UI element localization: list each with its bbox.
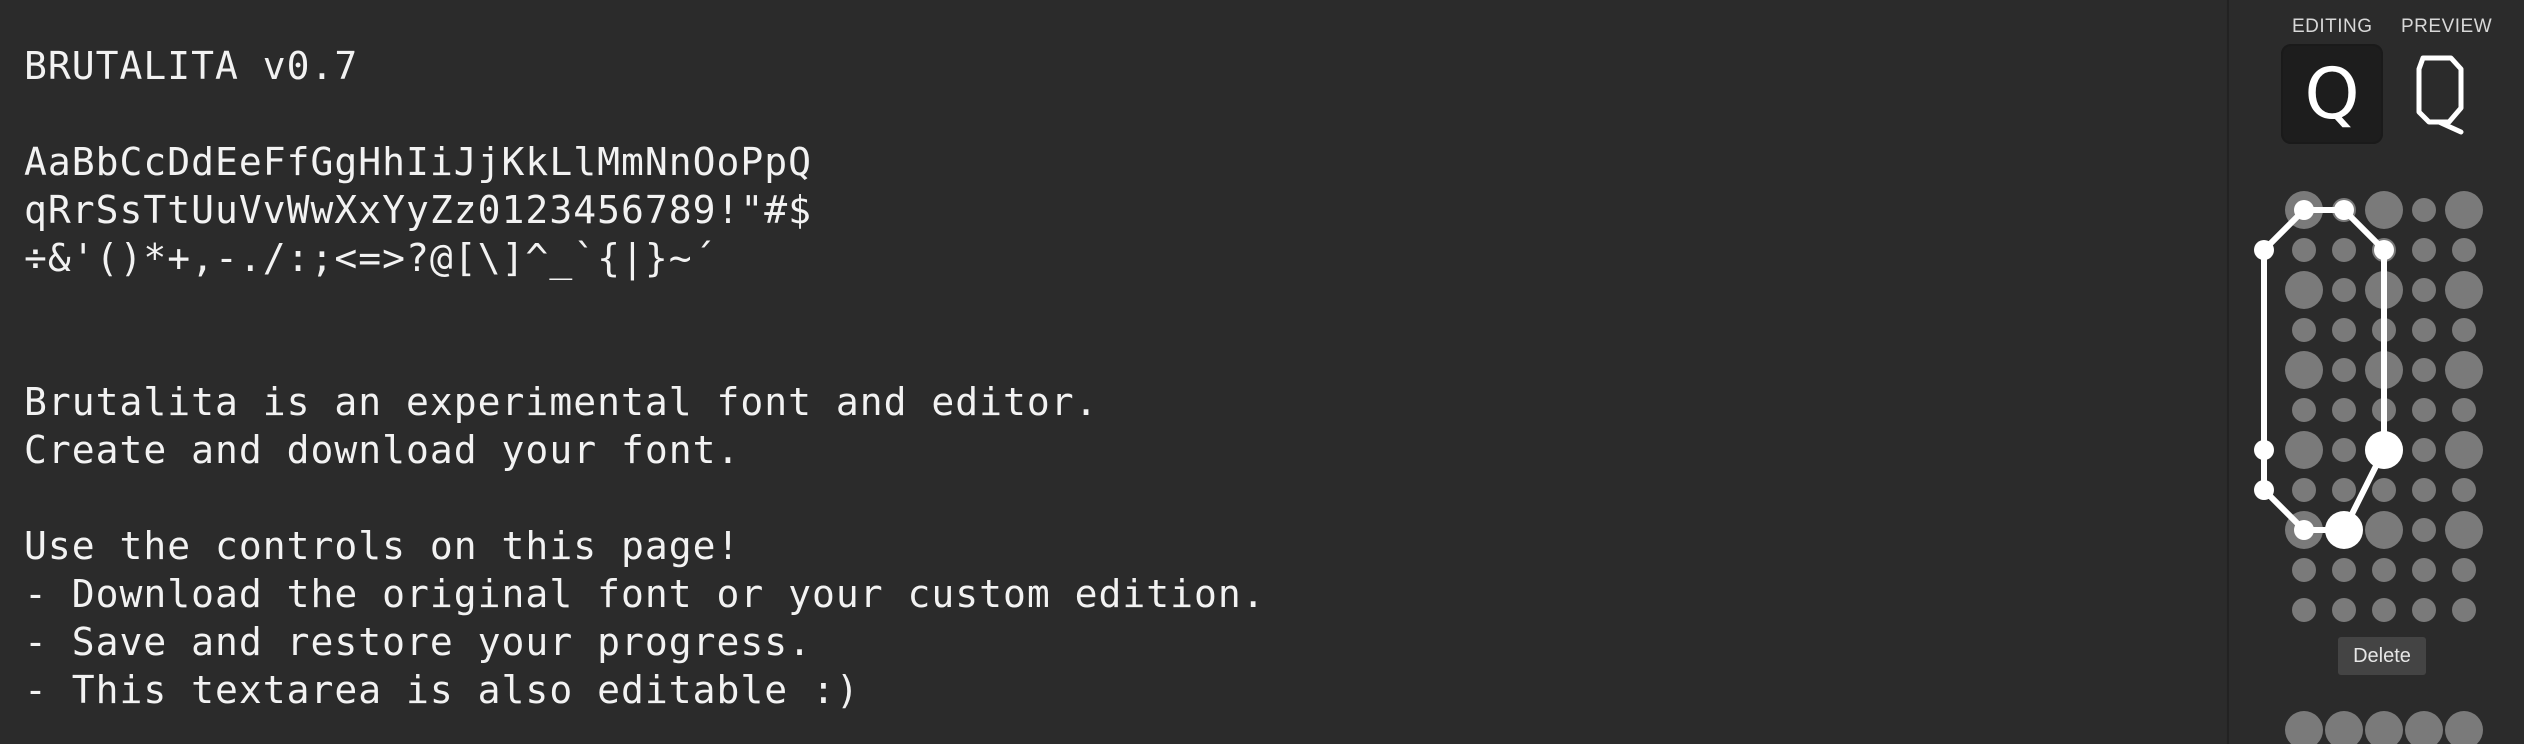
grid-dot[interactable]	[2412, 318, 2436, 342]
grid-dot[interactable]	[2332, 238, 2356, 262]
active-point[interactable]	[2334, 200, 2354, 220]
active-point[interactable]	[2374, 240, 2394, 260]
grid-dot[interactable]	[2412, 518, 2436, 542]
grid-dot[interactable]	[2452, 598, 2476, 622]
grid-dot[interactable]	[2365, 711, 2403, 744]
grid-dot[interactable]	[2292, 558, 2316, 582]
grid-dot[interactable]	[2285, 351, 2323, 389]
grid-dot[interactable]	[2412, 238, 2436, 262]
editable-textarea[interactable]: BRUTALITA v0.7 AaBbCcDdEeFfGgHhIiJjKkLlM…	[24, 42, 2204, 742]
grid-dot[interactable]	[2285, 711, 2323, 744]
active-point[interactable]	[2254, 480, 2274, 500]
grid-dot[interactable]	[2372, 598, 2396, 622]
grid-dot[interactable]	[2445, 511, 2483, 549]
active-point[interactable]	[2294, 200, 2314, 220]
grid-dot[interactable]	[2292, 478, 2316, 502]
grid-dot[interactable]	[2332, 478, 2356, 502]
grid-dot[interactable]	[2445, 431, 2483, 469]
active-point[interactable]	[2365, 431, 2403, 469]
active-point[interactable]	[2294, 520, 2314, 540]
glyph-panel: EDITING PREVIEW Q Delete	[2227, 0, 2524, 744]
active-point[interactable]	[2254, 440, 2274, 460]
grid-dot[interactable]	[2445, 271, 2483, 309]
grid-dot[interactable]	[2445, 711, 2483, 744]
grid-dot[interactable]	[2412, 598, 2436, 622]
grid-dot[interactable]	[2412, 278, 2436, 302]
glyph-dot-grid[interactable]	[2229, 0, 2524, 744]
grid-dot[interactable]	[2285, 271, 2323, 309]
grid-dot[interactable]	[2452, 398, 2476, 422]
grid-dot[interactable]	[2332, 398, 2356, 422]
grid-dot[interactable]	[2445, 351, 2483, 389]
grid-dot[interactable]	[2365, 191, 2403, 229]
grid-dot[interactable]	[2332, 278, 2356, 302]
grid-dot[interactable]	[2452, 238, 2476, 262]
grid-dot[interactable]	[2332, 598, 2356, 622]
grid-dot[interactable]	[2325, 711, 2363, 744]
active-point[interactable]	[2254, 240, 2274, 260]
active-point[interactable]	[2325, 511, 2363, 549]
grid-dot[interactable]	[2372, 478, 2396, 502]
grid-dot[interactable]	[2332, 438, 2356, 462]
editor-area: BRUTALITA v0.7 AaBbCcDdEeFfGgHhIiJjKkLlM…	[0, 0, 2226, 744]
grid-dot[interactable]	[2452, 558, 2476, 582]
grid-dot[interactable]	[2292, 398, 2316, 422]
grid-dot[interactable]	[2452, 318, 2476, 342]
grid-dot[interactable]	[2412, 358, 2436, 382]
grid-dot[interactable]	[2405, 711, 2443, 744]
grid-dot[interactable]	[2412, 438, 2436, 462]
grid-dot[interactable]	[2372, 558, 2396, 582]
grid-dot[interactable]	[2292, 318, 2316, 342]
grid-dot[interactable]	[2412, 198, 2436, 222]
grid-dot[interactable]	[2452, 478, 2476, 502]
grid-dot[interactable]	[2332, 358, 2356, 382]
grid-dot[interactable]	[2332, 318, 2356, 342]
grid-dot[interactable]	[2292, 238, 2316, 262]
delete-button[interactable]: Delete	[2338, 637, 2426, 675]
grid-dot[interactable]	[2365, 511, 2403, 549]
grid-dot[interactable]	[2285, 431, 2323, 469]
grid-dot[interactable]	[2292, 598, 2316, 622]
grid-dot[interactable]	[2412, 558, 2436, 582]
grid-dot[interactable]	[2412, 478, 2436, 502]
grid-dot[interactable]	[2332, 558, 2356, 582]
grid-dot[interactable]	[2445, 191, 2483, 229]
grid-dot[interactable]	[2412, 398, 2436, 422]
